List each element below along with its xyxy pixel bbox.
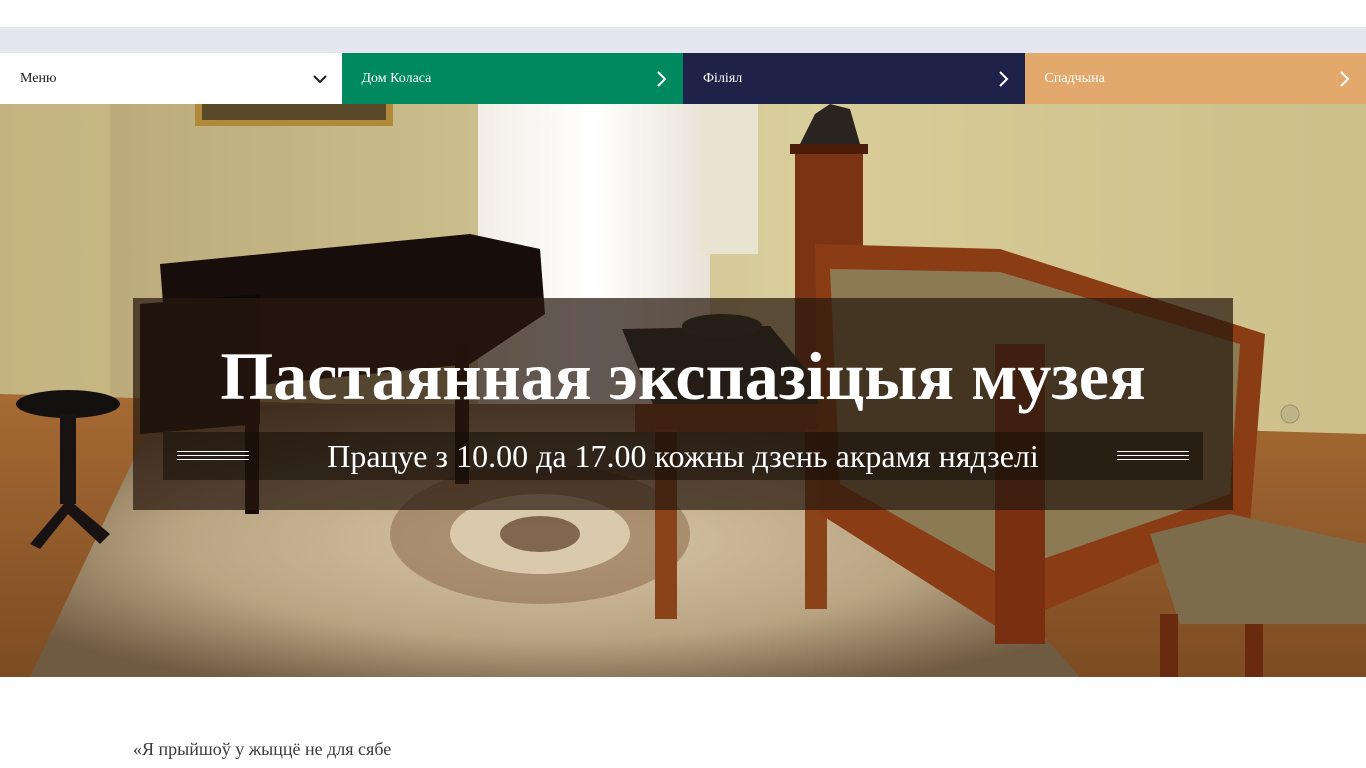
nav-item-spadchyna[interactable]: Спадчына <box>1024 53 1366 104</box>
page-title: Пастаянная экспазіцыя музея <box>220 338 1146 414</box>
hours-banner: Працуе з 10.00 да 17.00 кожны дзень акра… <box>163 432 1203 480</box>
main-nav: Меню Дом Коласа Філіял Спадчына <box>0 53 1366 104</box>
nav-item-label: Філіял <box>703 70 743 86</box>
intro-quote: «Я прыйшоў у жыццё не для сябе <box>133 739 392 759</box>
chevron-right-icon <box>1340 71 1350 87</box>
top-bar <box>0 0 1366 27</box>
chevron-right-icon <box>657 71 667 87</box>
header-strip <box>0 27 1366 53</box>
menu-label: Меню <box>20 70 57 86</box>
nav-item-label: Спадчына <box>1044 70 1105 86</box>
nav-item-label: Дом Коласа <box>361 70 432 86</box>
hero-title-overlay: Пастаянная экспазіцыя музея Працуе з 10.… <box>133 298 1233 510</box>
menu-dropdown[interactable]: Меню <box>0 53 342 104</box>
decorative-divider <box>1117 451 1189 460</box>
nav-item-dom-kolasa[interactable]: Дом Коласа <box>341 53 683 104</box>
chevron-right-icon <box>998 71 1008 87</box>
nav-item-filial[interactable]: Філіял <box>683 53 1025 104</box>
hero-banner: Пастаянная экспазіцыя музея Працуе з 10.… <box>0 104 1366 677</box>
opening-hours-text: Працуе з 10.00 да 17.00 кожны дзень акра… <box>327 438 1039 474</box>
chevron-down-icon <box>312 75 327 84</box>
